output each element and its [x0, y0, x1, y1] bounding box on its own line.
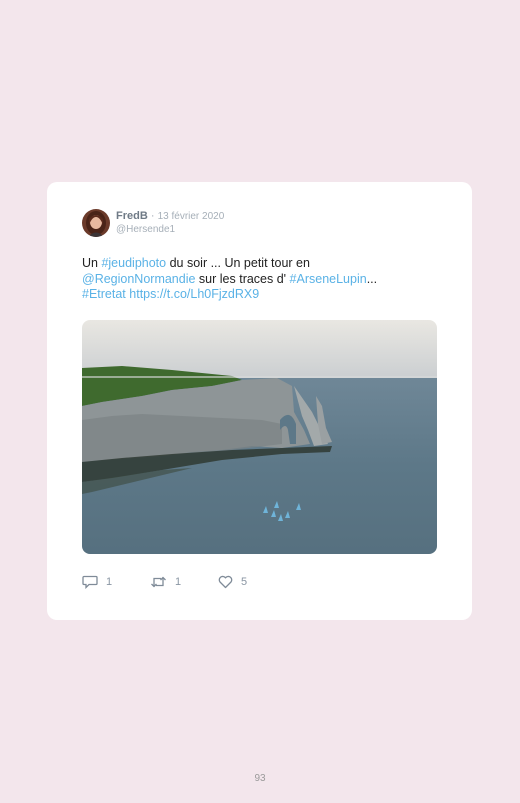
heart-icon: [218, 575, 233, 589]
hashtag-link[interactable]: #Etretat: [82, 287, 126, 301]
page: FredB · 13 février 2020 @Hersende1 Un #j…: [0, 0, 520, 803]
url-link[interactable]: https://t.co/Lh0FjzdRX9: [129, 287, 259, 301]
text-segment: du soir ... Un petit tour en: [166, 256, 310, 270]
retweet-button[interactable]: 1: [150, 575, 218, 589]
tweet-image[interactable]: [82, 320, 437, 554]
like-button[interactable]: 5: [218, 575, 247, 589]
tweet-card: FredB · 13 février 2020 @Hersende1 Un #j…: [47, 182, 472, 620]
reply-icon: [82, 575, 98, 589]
tweet-actions: 1 1 5: [82, 575, 247, 589]
reply-count: 1: [106, 576, 113, 588]
page-number: 93: [254, 773, 266, 784]
text-segment: Un: [82, 256, 102, 270]
author-meta: FredB · 13 février 2020 @Hersende1: [116, 210, 224, 236]
text-segment: ...: [366, 271, 378, 286]
author-name[interactable]: FredB: [116, 210, 148, 222]
hashtag-link[interactable]: #ArseneLupin: [290, 272, 367, 286]
mention-link[interactable]: @RegionNormandie: [82, 272, 195, 286]
meta-separator: ·: [150, 210, 155, 222]
reply-button[interactable]: 1: [82, 575, 150, 589]
tweet-date[interactable]: 13 février 2020: [158, 211, 225, 222]
tweet-text: Un #jeudiphoto du soir ... Un petit tour…: [82, 256, 442, 303]
author-line: FredB · 13 février 2020: [116, 210, 224, 223]
hashtag-link[interactable]: #jeudiphoto: [101, 256, 166, 270]
text-segment: sur les traces d': [195, 271, 290, 286]
retweet-icon: [151, 576, 166, 588]
tweet-header: FredB · 13 février 2020 @Hersende1: [82, 209, 224, 237]
avatar-image: [82, 209, 110, 237]
cliff-photo: [82, 320, 437, 554]
retweet-count: 1: [175, 576, 182, 588]
avatar[interactable]: [82, 209, 110, 237]
author-handle[interactable]: @Hersende1: [116, 223, 224, 236]
like-count: 5: [241, 576, 248, 588]
